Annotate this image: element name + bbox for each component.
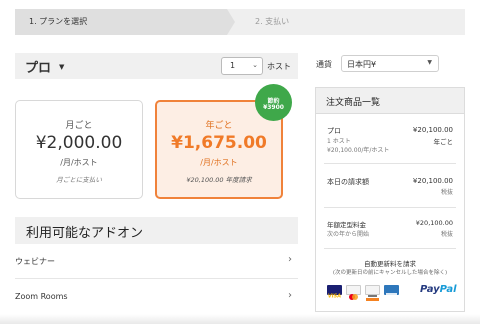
discover-icon <box>365 285 380 301</box>
step-select-plan-label: 1. プランを選択 <box>29 17 88 26</box>
currency-select[interactable]: 日本円¥ ▼ <box>341 55 439 72</box>
summary-recurring-sub: 次の年から開始 <box>327 231 370 238</box>
addon-item-label: ウェビナー <box>15 257 55 266</box>
addon-item-zoom-rooms[interactable]: Zoom Rooms › <box>15 280 298 315</box>
currency-label: 通貨 <box>316 60 332 69</box>
summary-plan-price: ¥20,100.00 <box>412 126 453 134</box>
chevron-right-icon: › <box>288 254 292 265</box>
caret-down-icon: ▼ <box>427 59 432 66</box>
monthly-price-unit: /月/ホスト <box>60 158 98 167</box>
yearly-period-label: 年ごと <box>205 121 233 131</box>
step-payment-label: 2. 支払い <box>255 17 290 26</box>
summary-recurring-amount: ¥20,100.00 <box>415 219 453 227</box>
summary-today-tax: 税抜 <box>440 189 453 196</box>
addon-item-label: Zoom Rooms <box>15 292 68 301</box>
visa-icon: VISA <box>327 285 342 300</box>
divider <box>324 163 456 164</box>
mastercard-icon <box>346 285 361 300</box>
savings-badge-amount: ¥3900 <box>263 104 284 111</box>
caret-down-icon[interactable]: ▼ <box>59 63 64 71</box>
divider <box>324 248 456 249</box>
summary-recurring-tax: 税抜 <box>440 231 453 238</box>
divider <box>324 207 456 208</box>
monthly-price: ¥2,000.00 <box>35 133 123 153</box>
summary-recurring-label: 年額定型料金 <box>327 221 366 229</box>
chevron-down-icon: ⌄ <box>252 61 258 69</box>
summary-today-label: 本日の請求額 <box>327 178 369 186</box>
order-summary-title: 注文商品一覧 <box>326 98 381 108</box>
monthly-period-label: 月ごと <box>65 121 93 131</box>
currency-value: 日本円¥ <box>347 60 377 69</box>
order-summary: 注文商品一覧 プロ 1 ホスト ¥20,100.00/年/ホスト ¥20,100… <box>315 87 465 312</box>
summary-plan-detail: ¥20,100.00/年/ホスト <box>327 147 390 154</box>
svg-text:VISA: VISA <box>328 294 341 300</box>
summary-plan-name: プロ <box>327 127 341 135</box>
page-bottom-fade <box>0 314 480 324</box>
monthly-plan-card[interactable]: 月ごと ¥2,000.00 /月/ホスト 月ごとに支払い <box>15 100 143 199</box>
yearly-billing-note: ¥20,100.00 年度請求 <box>186 176 252 184</box>
plan-header: プロ ▼ 1 ⌄ ホスト <box>15 53 298 79</box>
yearly-price: ¥1,675.00 <box>171 133 267 153</box>
monthly-billing-note: 月ごとに支払い <box>56 176 102 184</box>
auto-renewal-title: 自動更新料を請求 <box>364 260 416 268</box>
summary-plan-hosts: 1 ホスト <box>327 138 351 145</box>
auto-renewal-note: (次の更新日の前にキャンセルした場合を除く) <box>332 270 448 276</box>
summary-today-amount: ¥20,100.00 <box>412 177 453 185</box>
addons-header: 利用可能なアドオン <box>15 217 298 244</box>
host-quantity-select[interactable]: 1 ⌄ <box>221 57 263 75</box>
checkout-steps: 1. プランを選択 2. 支払い <box>15 9 465 35</box>
yearly-price-unit: /月/ホスト <box>200 158 238 167</box>
summary-plan-period: 年ごと <box>433 138 454 146</box>
paypal-logo: PayPal <box>420 284 457 295</box>
host-quantity-value: 1 <box>230 61 236 70</box>
addon-item-webinar[interactable]: ウェビナー › <box>15 244 298 279</box>
savings-badge: 節約 ¥3900 <box>255 84 292 121</box>
order-summary-header: 注文商品一覧 <box>316 88 464 114</box>
plan-selector[interactable]: プロ <box>25 57 51 76</box>
chevron-right-icon: › <box>288 290 292 301</box>
amex-icon <box>384 285 399 297</box>
host-quantity-label: ホスト <box>267 62 291 71</box>
addons-title: 利用可能なアドオン <box>26 226 144 241</box>
